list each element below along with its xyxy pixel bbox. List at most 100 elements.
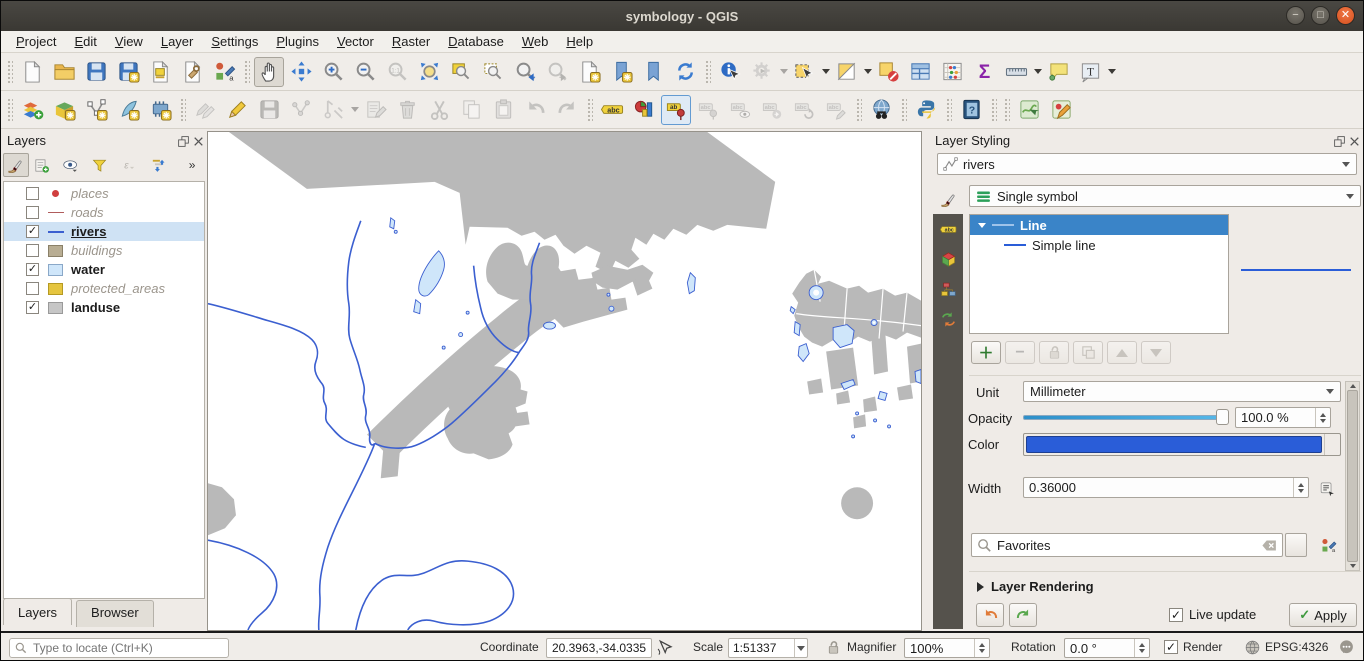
zoom-in-button[interactable] — [318, 57, 348, 87]
opacity-input[interactable] — [1236, 410, 1315, 425]
field-calculator-button[interactable] — [937, 57, 967, 87]
symbol-tree-item-simple-line[interactable]: Simple line — [970, 235, 1228, 255]
lock-symbol-layer-button[interactable] — [1039, 341, 1069, 364]
rotation-spinbox[interactable] — [1064, 638, 1150, 658]
move-label-button[interactable] — [757, 95, 787, 125]
show-hide-labels-button[interactable] — [725, 95, 755, 125]
tab-history[interactable] — [933, 304, 963, 334]
scale-input[interactable] — [729, 641, 794, 655]
title-bar[interactable]: symbology - QGIS − □ ✕ — [1, 1, 1363, 31]
refresh-button[interactable] — [670, 57, 700, 87]
styling-undo-button[interactable] — [976, 603, 1004, 627]
toolbar-handle[interactable] — [586, 97, 593, 123]
measure-dropdown[interactable] — [1034, 69, 1042, 74]
help-contents-button[interactable] — [956, 95, 986, 125]
close-icon[interactable]: ✕ — [1336, 6, 1355, 25]
move-symbol-down-button[interactable] — [1141, 341, 1171, 364]
tree-expand-icon[interactable] — [978, 223, 986, 228]
toolbar-handle[interactable] — [6, 97, 13, 123]
layer-checkbox[interactable] — [26, 206, 39, 219]
show-layout-manager-button[interactable] — [177, 57, 207, 87]
layer-checkbox[interactable] — [26, 244, 39, 257]
opacity-slider-track[interactable] — [1023, 415, 1223, 420]
deselect-all-button[interactable] — [873, 57, 903, 87]
locate-input[interactable] — [31, 640, 211, 656]
collapse-arrow-icon[interactable] — [977, 582, 984, 592]
close-panel-icon[interactable] — [1348, 135, 1361, 148]
toolbar-handle[interactable] — [990, 97, 997, 123]
filter-by-expression-button[interactable] — [112, 153, 146, 177]
new-bookmark-button[interactable] — [606, 57, 636, 87]
styling-scrollbar[interactable] — [1345, 381, 1360, 571]
locate-box[interactable] — [9, 638, 229, 658]
duplicate-symbol-layer-button[interactable] — [1073, 341, 1103, 364]
lock-scale-button[interactable] — [825, 639, 842, 656]
scroll-up-icon[interactable] — [1350, 384, 1356, 388]
open-data-source-manager-button[interactable] — [17, 95, 47, 125]
processing-plugin-1-button[interactable] — [1014, 95, 1044, 125]
width-input[interactable] — [1024, 480, 1293, 495]
menu-layer[interactable]: Layer — [152, 32, 203, 51]
open-layer-styling-button[interactable] — [3, 153, 29, 177]
new-virtual-layer-button[interactable] — [145, 95, 175, 125]
menu-plugins[interactable]: Plugins — [267, 32, 328, 51]
statistical-summary-button[interactable] — [969, 57, 999, 87]
style-manager-shortcut-button[interactable] — [1315, 533, 1341, 557]
layer-rendering-section[interactable]: Layer Rendering — [977, 579, 1094, 594]
layer-item-roads[interactable]: roads — [4, 203, 204, 222]
render-control[interactable]: ✓ Render — [1164, 640, 1222, 654]
modify-attributes-button[interactable] — [360, 95, 390, 125]
toolbar-handle[interactable] — [179, 97, 186, 123]
current-edits-button[interactable] — [190, 95, 220, 125]
minimize-icon[interactable]: − — [1286, 6, 1305, 25]
style-manager-button[interactable] — [209, 57, 239, 87]
zoom-full-button[interactable] — [414, 57, 444, 87]
symbol-type-selector[interactable]: Single symbol — [969, 185, 1361, 207]
metasearch-button[interactable] — [866, 95, 896, 125]
layer-diagram-button[interactable] — [629, 95, 659, 125]
spin-steppers[interactable] — [1315, 408, 1330, 427]
digitize-button[interactable] — [286, 95, 316, 125]
new-spatialite-layer-button[interactable] — [113, 95, 143, 125]
styling-redo-button[interactable] — [1009, 603, 1037, 627]
zoom-last-button[interactable] — [510, 57, 540, 87]
toggle-editing-button[interactable] — [222, 95, 252, 125]
save-project-as-button[interactable] — [113, 57, 143, 87]
scale-combo[interactable] — [728, 638, 808, 658]
layer-checkbox[interactable]: ✓ — [26, 225, 39, 238]
spin-steppers[interactable] — [1134, 639, 1149, 657]
expand-collapse-all-button[interactable] — [146, 153, 172, 177]
menu-project[interactable]: Project — [7, 32, 65, 51]
move-symbol-up-button[interactable] — [1107, 341, 1137, 364]
digitizing-dropdown[interactable] — [351, 107, 359, 112]
new-geopackage-layer-button[interactable] — [49, 95, 79, 125]
coordinate-input[interactable] — [547, 641, 651, 655]
tab-layers[interactable]: Layers — [3, 598, 72, 625]
menu-view[interactable]: View — [106, 32, 152, 51]
extents-pointer-button[interactable] — [656, 639, 673, 656]
opacity-spinbox[interactable] — [1235, 407, 1331, 428]
menu-vector[interactable]: Vector — [328, 32, 383, 51]
maximize-icon[interactable]: □ — [1311, 6, 1330, 25]
spin-steppers[interactable] — [1293, 478, 1308, 497]
redo-button[interactable] — [552, 95, 582, 125]
map-tips-button[interactable] — [1043, 57, 1073, 87]
advanced-digitizing-button[interactable] — [318, 95, 348, 125]
styling-layer-selector[interactable]: rivers — [937, 153, 1357, 175]
save-layer-edits-button[interactable] — [254, 95, 284, 125]
layer-item-protected-areas[interactable]: protected_areas — [4, 279, 204, 298]
select-features-button[interactable] — [789, 57, 819, 87]
new-print-layout-button[interactable] — [145, 57, 175, 87]
zoom-to-layer-button[interactable] — [446, 57, 476, 87]
layer-checkbox[interactable] — [26, 187, 39, 200]
map-canvas[interactable] — [207, 131, 922, 631]
manage-map-themes-button[interactable] — [54, 153, 86, 177]
coordinate-field[interactable] — [546, 638, 652, 658]
tab-symbology[interactable] — [933, 184, 963, 214]
open-attribute-table-button[interactable] — [905, 57, 935, 87]
live-update-control[interactable]: ✓ Live update — [1169, 607, 1256, 622]
magnifier-spinbox[interactable] — [904, 638, 990, 658]
tab-labels[interactable] — [933, 214, 963, 244]
cut-features-button[interactable] — [424, 95, 454, 125]
float-panel-icon[interactable] — [177, 135, 190, 148]
